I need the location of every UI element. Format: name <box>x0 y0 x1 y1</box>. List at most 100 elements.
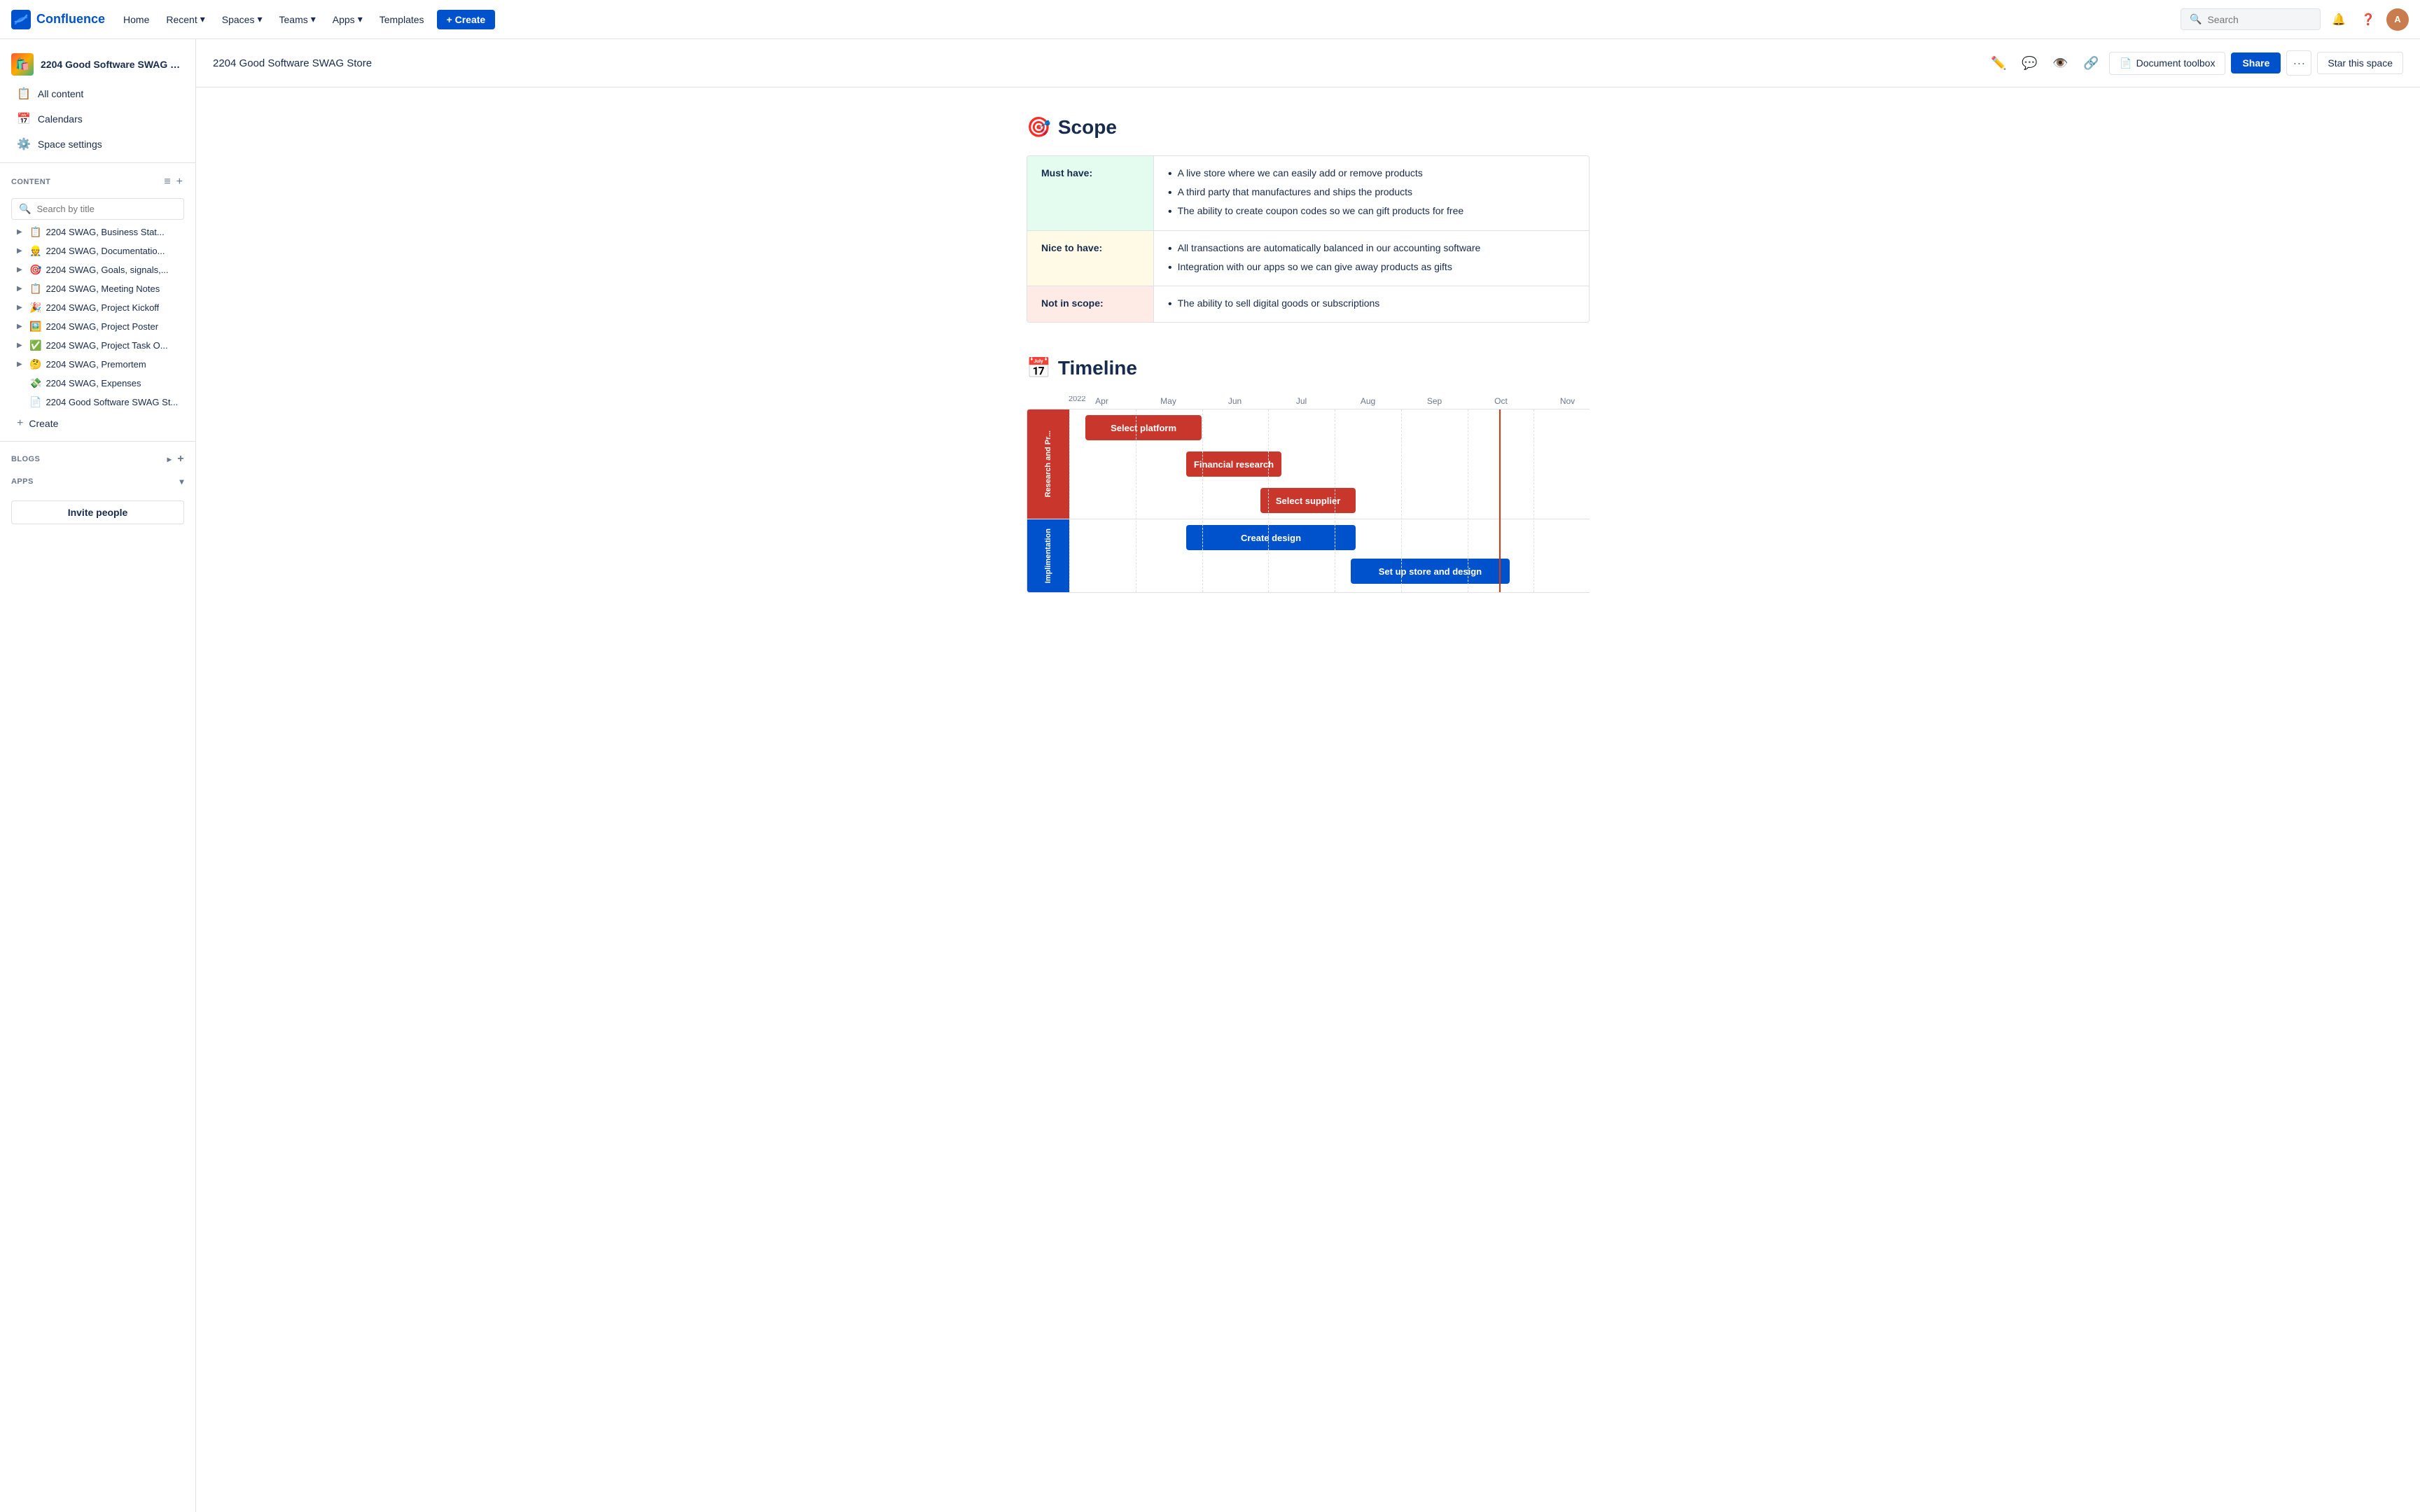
bar-setup-store[interactable]: Set up store and design <box>1351 559 1510 584</box>
lane-label-text-implementation: Implimentation <box>1041 523 1055 589</box>
nice-to-have-item-1: Integration with our apps so we can give… <box>1168 258 1575 277</box>
bar-create-design[interactable]: Create design <box>1186 525 1356 550</box>
scope-icon: 🎯 <box>1027 115 1051 139</box>
item-label-8: 2204 SWAG, Expenses <box>46 378 141 388</box>
star-button[interactable]: Star this space <box>2317 52 2403 74</box>
tree-item-2[interactable]: ▶ 🎯 2204 SWAG, Goals, signals,... <box>6 260 190 279</box>
blogs-add-icon[interactable]: + <box>177 453 184 465</box>
toolbox-icon: 📄 <box>2120 57 2132 69</box>
item-label-4: 2204 SWAG, Project Kickoff <box>46 302 159 313</box>
chevron-icon-5: ▶ <box>17 323 25 330</box>
item-icon-8: 💸 <box>29 377 41 389</box>
nice-to-have-label: Nice to have: <box>1027 231 1153 286</box>
item-icon-4: 🎉 <box>29 302 41 314</box>
nav-teams[interactable]: Teams <box>272 9 323 29</box>
sidebar-item-all-content[interactable]: 📋 All content <box>6 81 190 106</box>
nav-recent[interactable]: Recent <box>159 9 211 29</box>
avatar[interactable]: A <box>2386 8 2409 31</box>
search-box[interactable]: 🔍 <box>2181 8 2321 30</box>
tree-item-1[interactable]: ▶ 👷 2204 SWAG, Documentatio... <box>6 241 190 260</box>
month-may: May <box>1135 396 1202 406</box>
apps-section-header[interactable]: APPS ▾ <box>0 471 195 492</box>
help-button[interactable]: ❓ <box>2357 8 2379 31</box>
search-by-title-input[interactable] <box>36 204 176 214</box>
lane-label-implementation: Implimentation <box>1027 519 1069 592</box>
sidebar-space-header[interactable]: 🛍️ 2204 Good Software SWAG St... <box>0 48 195 81</box>
search-icon: 🔍 <box>2190 13 2202 25</box>
bar-select-platform[interactable]: Select platform <box>1085 415 1202 440</box>
search-by-title-box[interactable]: 🔍 <box>11 198 184 220</box>
item-label-6: 2204 SWAG, Project Task O... <box>46 340 167 351</box>
lane-research: Research and Pr... Select platform <box>1027 410 1590 519</box>
top-navigation: Confluence Home Recent Spaces Teams Apps… <box>0 0 2420 39</box>
all-content-label: All content <box>38 88 83 99</box>
search-input[interactable] <box>2207 14 2312 25</box>
share-button[interactable]: Share <box>2231 52 2281 74</box>
blogs-section-header[interactable]: BLOGS ▸ + <box>0 447 195 471</box>
filter-button[interactable]: ≡ <box>162 174 172 190</box>
item-label-5: 2204 SWAG, Project Poster <box>46 321 158 332</box>
main-layout: 🛍️ 2204 Good Software SWAG St... 📋 All c… <box>0 39 2420 1512</box>
confluence-logo[interactable]: Confluence <box>11 10 105 29</box>
content-section-label: CONTENT <box>11 178 50 186</box>
search-by-title-icon: 🔍 <box>19 203 31 215</box>
main-content: 2204 Good Software SWAG Store ✏️ 💬 👁️ 🔗 … <box>196 39 2420 1512</box>
month-oct: Oct <box>1468 396 1534 406</box>
watch-button[interactable]: 👁️ <box>2047 50 2073 76</box>
nav-templates[interactable]: Templates <box>373 10 431 29</box>
nav-home[interactable]: Home <box>116 10 156 29</box>
month-aug: Aug <box>1335 396 1401 406</box>
space-icon: 🛍️ <box>11 53 34 76</box>
page-header-bar: 2204 Good Software SWAG Store ✏️ 💬 👁️ 🔗 … <box>196 39 2420 88</box>
lane-rows-research: Select platform Financial research Selec… <box>1069 410 1590 519</box>
lane-implementation: Implimentation Create design Se <box>1027 519 1590 592</box>
tree-item-5[interactable]: ▶ 🖼️ 2204 SWAG, Project Poster <box>6 317 190 336</box>
nav-apps[interactable]: Apps <box>326 9 370 29</box>
settings-icon: ⚙️ <box>17 137 31 151</box>
comment-button[interactable]: 💬 <box>2017 50 2042 76</box>
chevron-icon-4: ▶ <box>17 304 25 312</box>
toolbox-label: Document toolbox <box>2136 57 2216 69</box>
tree-item-6[interactable]: ▶ ✅ 2204 SWAG, Project Task O... <box>6 336 190 355</box>
document-toolbox-button[interactable]: 📄 Document toolbox <box>2109 52 2225 75</box>
timeline-section: 📅 Timeline 2022 Apr May Jun Jul <box>1027 356 1590 593</box>
link-button[interactable]: 🔗 <box>2078 50 2103 76</box>
item-icon-3: 📋 <box>29 283 41 295</box>
calendars-label: Calendars <box>38 113 83 125</box>
scope-row-nice-to-have: Nice to have: All transactions are autom… <box>1027 231 1589 286</box>
bar-select-supplier-label: Select supplier <box>1276 496 1340 506</box>
logo-text: Confluence <box>36 12 105 27</box>
bar-select-supplier[interactable]: Select supplier <box>1260 488 1356 513</box>
bar-financial-research[interactable]: Financial research <box>1186 451 1281 477</box>
nav-spaces[interactable]: Spaces <box>215 9 270 29</box>
item-icon-0: 📋 <box>29 226 41 238</box>
notifications-button[interactable]: 🔔 <box>2328 8 2350 31</box>
scope-table: Must have: A live store where we can eas… <box>1027 155 1590 323</box>
topnav-right: 🔍 🔔 ❓ A <box>2181 8 2409 31</box>
tree-item-9[interactable]: ▶ 📄 2204 Good Software SWAG St... <box>6 393 190 412</box>
sidebar-item-calendars[interactable]: 📅 Calendars <box>6 106 190 132</box>
tree-item-8[interactable]: ▶ 💸 2204 SWAG, Expenses <box>6 374 190 393</box>
create-content-button[interactable]: + Create <box>6 412 190 435</box>
item-label-2: 2204 SWAG, Goals, signals,... <box>46 265 168 275</box>
not-in-scope-item-0: The ability to sell digital goods or sub… <box>1168 295 1575 314</box>
more-actions-button[interactable]: ··· <box>2286 50 2311 76</box>
blogs-label: BLOGS <box>11 455 40 463</box>
tree-item-7[interactable]: ▶ 🤔 2204 SWAG, Premortem <box>6 355 190 374</box>
section-actions: ≡ + <box>162 174 184 190</box>
item-label-9: 2204 Good Software SWAG St... <box>46 397 178 407</box>
tree-item-3[interactable]: ▶ 📋 2204 SWAG, Meeting Notes <box>6 279 190 298</box>
chevron-icon-6: ▶ <box>17 342 25 349</box>
edit-button[interactable]: ✏️ <box>1986 50 2011 76</box>
today-line <box>1499 410 1501 592</box>
create-button[interactable]: + Create <box>437 10 496 29</box>
tree-item-4[interactable]: ▶ 🎉 2204 SWAG, Project Kickoff <box>6 298 190 317</box>
sidebar-item-space-settings[interactable]: ⚙️ Space settings <box>6 132 190 157</box>
calendars-icon: 📅 <box>17 112 31 126</box>
page-content: 🎯 Scope Must have: A live store where we… <box>993 88 1623 621</box>
invite-people-button[interactable]: Invite people <box>11 500 184 524</box>
tree-item-0[interactable]: ▶ 📋 2204 SWAG, Business Stat... <box>6 223 190 241</box>
bar-setup-store-label: Set up store and design <box>1379 566 1482 577</box>
must-have-item-1: A third party that manufactures and ship… <box>1168 183 1575 202</box>
add-content-button[interactable]: + <box>175 174 184 190</box>
